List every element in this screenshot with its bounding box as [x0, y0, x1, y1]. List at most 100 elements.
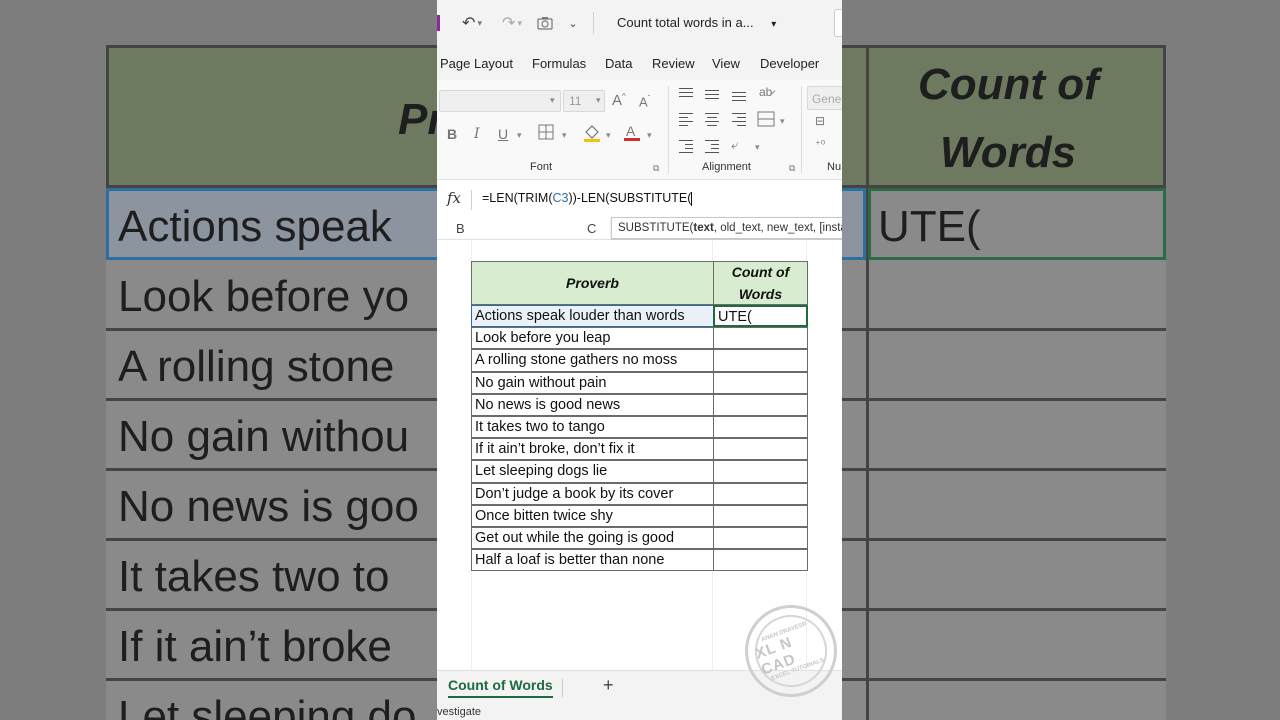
- number-format-value: Gener: [812, 92, 842, 106]
- align-right-button[interactable]: [732, 113, 748, 127]
- column-header-c[interactable]: C: [587, 221, 596, 236]
- count-cell[interactable]: [713, 371, 808, 394]
- tab-formulas[interactable]: Formulas: [532, 56, 586, 71]
- insert-function-button[interactable]: fx: [447, 189, 461, 207]
- undo-button[interactable]: ↶ ▾: [457, 12, 487, 34]
- tab-data[interactable]: Data: [605, 56, 632, 71]
- count-cell[interactable]: [713, 438, 808, 461]
- italic-button[interactable]: I: [474, 126, 480, 142]
- bg-header-right-1: Count of: [918, 60, 1099, 109]
- formula-text-prefix: =LEN(TRIM(: [482, 191, 553, 205]
- toolbar-separator: [593, 12, 594, 34]
- fill-color-button[interactable]: [583, 124, 601, 145]
- count-cell[interactable]: [713, 460, 808, 483]
- proverb-cell[interactable]: Get out while the going is good: [471, 527, 714, 550]
- wrap-text-icon[interactable]: ⤶: [731, 137, 738, 153]
- increase-indent-button[interactable]: [705, 140, 721, 154]
- bg-formula-echo: UTE(: [878, 202, 981, 251]
- proverb-cell[interactable]: Don’t judge a book by its cover: [471, 482, 714, 505]
- bold-button[interactable]: B: [447, 126, 457, 142]
- font-color-button[interactable]: A: [624, 123, 640, 145]
- chevron-down-icon: ▾: [771, 19, 777, 30]
- count-cell[interactable]: UTE(: [713, 305, 808, 328]
- proverb-cell[interactable]: No news is good news: [471, 393, 714, 416]
- function-tooltip[interactable]: SUBSTITUTE(text, old_text, new_text, [in…: [611, 217, 842, 239]
- chevron-down-icon: ▾: [517, 17, 522, 28]
- proverb-cell[interactable]: Half a loaf is better than none: [471, 549, 714, 572]
- middle-align-button[interactable]: [705, 88, 721, 102]
- formula-bar: fx =LEN(TRIM(C3))-LEN(SUBSTITUTE(: [437, 186, 842, 212]
- formula-separator: [471, 190, 472, 210]
- header-count-of-words[interactable]: Count of Words: [713, 261, 808, 305]
- decimal-icon[interactable]: ⁺⁰: [815, 138, 825, 151]
- customize-qat-button[interactable]: ⌄: [565, 12, 581, 34]
- top-align-button[interactable]: [679, 88, 695, 102]
- align-center-button[interactable]: [705, 113, 721, 127]
- proverb-cell[interactable]: It takes two to tango: [471, 416, 714, 439]
- proverb-cell[interactable]: Actions speak louder than words: [471, 305, 714, 328]
- add-sheet-button[interactable]: +: [603, 675, 614, 696]
- align-left-button[interactable]: [679, 113, 695, 127]
- column-header-b[interactable]: B: [456, 221, 465, 236]
- alignment-group-label: Alignment: [702, 161, 751, 173]
- chevron-down-icon: ▾: [477, 17, 482, 28]
- formula-input[interactable]: =LEN(TRIM(C3))-LEN(SUBSTITUTE(: [482, 191, 693, 206]
- tab-developer[interactable]: Developer: [760, 56, 819, 71]
- currency-icon[interactable]: ⊟: [815, 114, 825, 128]
- dialog-launcher-icon[interactable]: ⧉: [789, 163, 795, 174]
- count-cell[interactable]: [713, 416, 808, 439]
- font-name-select[interactable]: [439, 90, 561, 112]
- text-caret: [691, 191, 693, 206]
- count-cell[interactable]: [713, 393, 808, 416]
- tab-view[interactable]: View: [712, 56, 740, 71]
- count-cell[interactable]: [713, 482, 808, 505]
- sheet-tab-count-of-words[interactable]: Count of Words: [448, 677, 553, 698]
- merge-icon: [757, 111, 775, 127]
- chevron-down-icon: ▾: [606, 130, 611, 140]
- bottom-align-button[interactable]: [732, 90, 748, 104]
- count-cell[interactable]: [713, 527, 808, 550]
- bg-column-divider: [866, 45, 869, 720]
- proverb-cell[interactable]: Let sleeping dogs lie: [471, 460, 714, 483]
- undo-icon: ↶: [462, 15, 476, 32]
- tab-page-layout[interactable]: Page Layout: [440, 56, 513, 71]
- ribbon: ▾ 11 ▾ A^ Aˇ B I U ▾ ▾ ▾ A ▾ Font ⧉ ab̷ …: [437, 80, 842, 180]
- svg-text:A: A: [626, 123, 636, 139]
- number-format-select[interactable]: Gener: [807, 86, 842, 110]
- count-cell[interactable]: [713, 549, 808, 572]
- proverb-cell[interactable]: Once bitten twice shy: [471, 504, 714, 527]
- proverb-cell[interactable]: A rolling stone gathers no moss: [471, 349, 714, 372]
- count-cell[interactable]: [713, 504, 808, 527]
- group-separator: [801, 86, 802, 174]
- dialog-launcher-icon[interactable]: ⧉: [653, 163, 659, 174]
- header-proverb[interactable]: Proverb: [471, 261, 714, 305]
- grow-font-icon[interactable]: A^: [612, 92, 626, 109]
- tab-separator: [562, 679, 563, 697]
- bg-row-text: No gain withou: [118, 412, 410, 461]
- count-cell[interactable]: [713, 327, 808, 350]
- orientation-icon[interactable]: ab̷: [759, 85, 772, 99]
- underline-button[interactable]: U: [498, 126, 508, 142]
- merge-center-button[interactable]: [757, 111, 775, 130]
- proverb-cell[interactable]: If it ain’t broke, don’t fix it: [471, 438, 714, 461]
- search-box-edge[interactable]: [834, 9, 842, 37]
- bg-row-text: No news is goo: [118, 482, 419, 531]
- proverb-cell[interactable]: Look before you leap: [471, 327, 714, 350]
- formula-cell-ref: C3: [552, 191, 569, 205]
- font-color-icon: A: [624, 123, 640, 141]
- borders-button[interactable]: [538, 124, 554, 143]
- tab-review[interactable]: Review: [652, 56, 695, 71]
- shrink-font-icon[interactable]: Aˇ: [639, 94, 650, 109]
- document-title-text: Count total words in a...: [617, 15, 754, 30]
- camera-button[interactable]: [535, 12, 555, 34]
- proverb-cell[interactable]: No gain without pain: [471, 371, 714, 394]
- decrease-indent-button[interactable]: [679, 140, 695, 154]
- redo-button[interactable]: ↷ ▾: [497, 12, 527, 34]
- chevron-down-icon: ▾: [562, 130, 567, 140]
- bg-row-text: Actions speak: [118, 202, 392, 251]
- document-title[interactable]: Count total words in a... ▾: [617, 15, 776, 30]
- app-accent: [437, 15, 440, 31]
- count-cell[interactable]: [713, 349, 808, 372]
- watermark-inner-ring: ANAN DRAYESR XL N CAD EXCEL TUTORIALS: [744, 604, 838, 698]
- font-size-value: 11: [569, 94, 582, 108]
